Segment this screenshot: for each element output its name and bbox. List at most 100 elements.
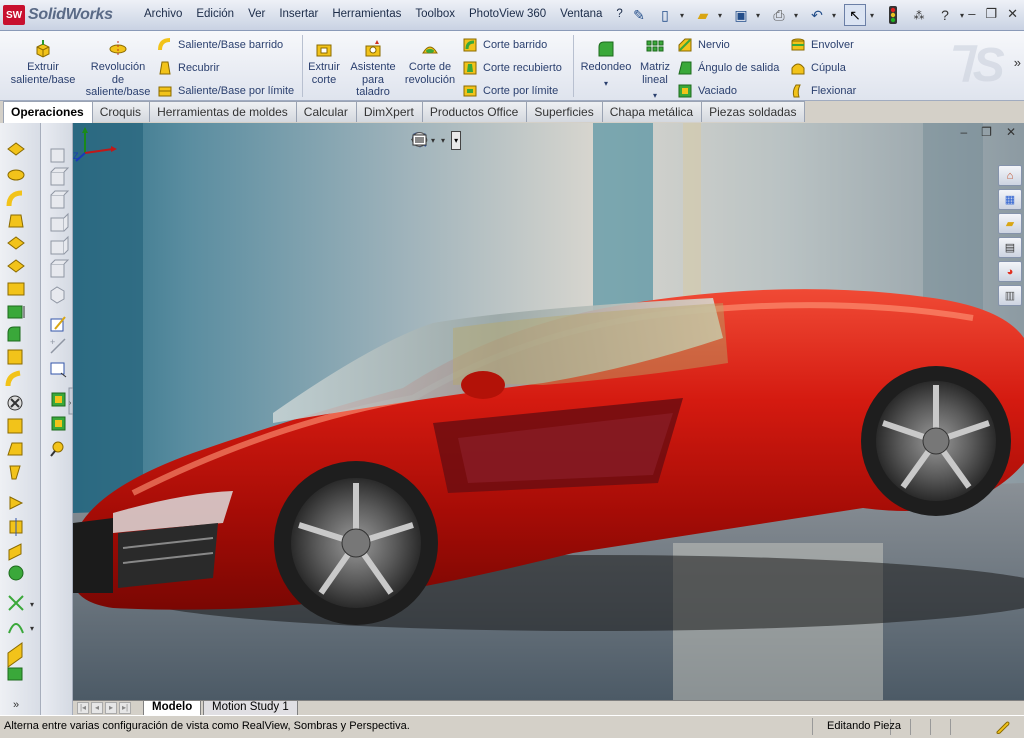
shell-button[interactable]: Vaciado bbox=[677, 83, 737, 99]
graphics-viewport[interactable]: ▾ ▾ ▾ ▾ ▾ – ❐ ✕ ⌂ ▦ ▰ ▤ ◕ ▥ Z bbox=[73, 123, 1024, 700]
rib-button[interactable]: Nervio bbox=[677, 37, 730, 53]
rebuild-traffic-light-icon[interactable] bbox=[882, 4, 904, 26]
apply-scene-dropdown-icon[interactable]: ▾ bbox=[441, 136, 445, 145]
save-icon[interactable]: ▣ bbox=[730, 4, 752, 26]
tab-superficies[interactable]: Superficies bbox=[526, 101, 603, 122]
save-dropdown-icon[interactable]: ▾ bbox=[756, 11, 764, 20]
smart-dimension-icon[interactable]: + bbox=[50, 337, 66, 354]
tool-extrude-icon[interactable] bbox=[7, 142, 25, 156]
tool-scale-icon[interactable] bbox=[7, 395, 23, 411]
tool-mirror-icon[interactable] bbox=[9, 518, 23, 536]
tool-boundary-icon[interactable] bbox=[7, 236, 25, 250]
extrude-cut-button[interactable]: Extruir corte bbox=[304, 39, 344, 86]
tab-operaciones[interactable]: Operaciones bbox=[3, 101, 93, 123]
menu-toolbox[interactable]: Toolbox bbox=[408, 8, 462, 20]
draft-button[interactable]: Ángulo de salida bbox=[677, 60, 779, 76]
menu-ventana[interactable]: Ventana bbox=[553, 8, 609, 20]
sketch-icon[interactable] bbox=[50, 316, 66, 332]
view-settings-button[interactable]: ▾ bbox=[412, 131, 462, 150]
tool-shell-icon[interactable] bbox=[7, 418, 23, 434]
tool-move-face-icon[interactable] bbox=[7, 642, 23, 668]
fillet-dropdown-icon[interactable]: ▾ bbox=[604, 78, 608, 91]
restore-icon[interactable]: ❐ bbox=[985, 6, 997, 22]
menu-herramientas[interactable]: Herramientas bbox=[325, 8, 408, 20]
print-icon[interactable]: ⎙ bbox=[768, 4, 790, 26]
linear-pattern-button[interactable]: Matriz lineal ▾ bbox=[638, 39, 672, 103]
file-explorer-folder-icon[interactable]: ▰ bbox=[998, 213, 1022, 234]
tool-flex-icon[interactable] bbox=[8, 565, 24, 581]
tool-curve-icon[interactable]: ▾ bbox=[8, 623, 34, 634]
tab-croquis[interactable]: Croquis bbox=[91, 101, 151, 122]
tool-chamfer-icon[interactable] bbox=[7, 349, 23, 365]
custom-properties-icon[interactable]: ▥ bbox=[998, 285, 1022, 306]
tool-loft-icon[interactable] bbox=[8, 214, 24, 228]
tool-draft-icon[interactable] bbox=[7, 442, 23, 456]
tab-motion-study[interactable]: Motion Study 1 bbox=[203, 701, 298, 716]
tool-dropdown-icon[interactable]: ▾ bbox=[30, 600, 34, 609]
select-dropdown-icon[interactable]: ▾ bbox=[870, 11, 878, 20]
wrap-button[interactable]: Envolver bbox=[790, 37, 854, 53]
view-isometric-icon[interactable] bbox=[50, 286, 65, 304]
pin-icon[interactable]: ✎ bbox=[628, 4, 650, 26]
tab-herramientas-moldes[interactable]: Herramientas de moldes bbox=[149, 101, 297, 122]
key-icon[interactable] bbox=[50, 441, 64, 457]
view-front-icon[interactable] bbox=[50, 148, 65, 163]
view-left-icon[interactable] bbox=[50, 190, 70, 209]
open-folder-icon[interactable]: ▰ bbox=[692, 4, 714, 26]
extrude-boss-button[interactable]: Extruir saliente/base bbox=[6, 39, 80, 86]
tool-sweep-icon[interactable] bbox=[6, 190, 23, 207]
menu-help[interactable]: ? bbox=[609, 8, 629, 20]
tool-cut-icon[interactable] bbox=[7, 259, 25, 273]
hide-show-dropdown-icon[interactable]: ▾ bbox=[431, 136, 435, 145]
select-pointer-icon[interactable]: ↖ bbox=[844, 4, 866, 26]
help-dropdown-icon[interactable]: ▾ bbox=[960, 11, 968, 20]
options-icon[interactable]: ⁂ bbox=[908, 4, 930, 26]
design-library-icon[interactable]: ▦ bbox=[998, 189, 1022, 210]
rear-wheel[interactable] bbox=[861, 366, 1011, 516]
boundary-cut-button[interactable]: Corte por límite bbox=[462, 83, 558, 99]
close-icon[interactable]: ✕ bbox=[1007, 6, 1018, 22]
view-top-icon[interactable] bbox=[50, 235, 69, 255]
solidworks-resources-home-icon[interactable]: ⌂ bbox=[998, 165, 1022, 186]
revolve-cut-button[interactable]: Corte de revolución bbox=[404, 39, 456, 86]
undo-dropdown-icon[interactable]: ▾ bbox=[832, 11, 840, 20]
app-logo[interactable]: SW SolidWorks bbox=[3, 4, 113, 26]
undo-icon[interactable]: ↶ bbox=[806, 4, 828, 26]
revolve-boss-button[interactable]: Revolución de saliente/base bbox=[84, 39, 152, 99]
rebuild-status-icon[interactable] bbox=[994, 719, 1010, 735]
tool-split-icon[interactable] bbox=[7, 667, 23, 681]
tab-piezas-soldadas[interactable]: Piezas soldadas bbox=[701, 101, 806, 122]
view-palette-icon[interactable]: ▤ bbox=[998, 237, 1022, 258]
swept-cut-button[interactable]: Corte barrido bbox=[462, 37, 547, 53]
prev-tab-arrow-icon[interactable]: ◂ bbox=[91, 702, 103, 714]
tab-chapa-metalica[interactable]: Chapa metálica bbox=[601, 101, 703, 122]
new-document-icon[interactable]: ▯ bbox=[654, 4, 676, 26]
doc-minimize-icon[interactable]: – bbox=[960, 125, 967, 139]
view-bottom-icon[interactable] bbox=[50, 259, 70, 278]
tool-boundary-cut-icon[interactable] bbox=[7, 282, 25, 296]
next-tab-arrow-icon[interactable]: ▸ bbox=[105, 702, 117, 714]
menu-ver[interactable]: Ver bbox=[241, 8, 272, 20]
features-copy-icon[interactable] bbox=[51, 392, 66, 407]
tool-revolve-icon[interactable] bbox=[7, 169, 25, 181]
tab-productos-office[interactable]: Productos Office bbox=[421, 101, 528, 122]
3d-sketch-icon[interactable] bbox=[50, 362, 67, 378]
hole-wizard-button[interactable]: Asistente para taladro bbox=[347, 39, 399, 99]
front-wheel[interactable] bbox=[274, 461, 438, 625]
tab-dimxpert[interactable]: DimXpert bbox=[355, 101, 423, 122]
last-tab-arrow-icon[interactable]: ▸| bbox=[119, 702, 131, 714]
menu-photoview[interactable]: PhotoView 360 bbox=[462, 8, 553, 20]
tool-hole-icon[interactable] bbox=[7, 305, 25, 319]
menu-archivo[interactable]: Archivo bbox=[137, 8, 189, 20]
swept-boss-button[interactable]: Saliente/Base barrido bbox=[157, 37, 283, 53]
features-paste-icon[interactable] bbox=[51, 416, 66, 431]
tool-sketch-point-icon[interactable] bbox=[8, 595, 24, 611]
doc-close-icon[interactable]: ✕ bbox=[1006, 125, 1016, 139]
menu-edicion[interactable]: Edición bbox=[189, 8, 241, 20]
boundary-boss-button[interactable]: Saliente/Base por límite bbox=[157, 83, 294, 99]
dome-button[interactable]: Cúpula bbox=[790, 60, 846, 76]
tool-pattern-icon[interactable] bbox=[9, 496, 24, 510]
tool-more-icon[interactable]: » bbox=[13, 699, 19, 711]
minimize-icon[interactable]: – bbox=[968, 6, 975, 22]
open-dropdown-icon[interactable]: ▾ bbox=[718, 11, 726, 20]
